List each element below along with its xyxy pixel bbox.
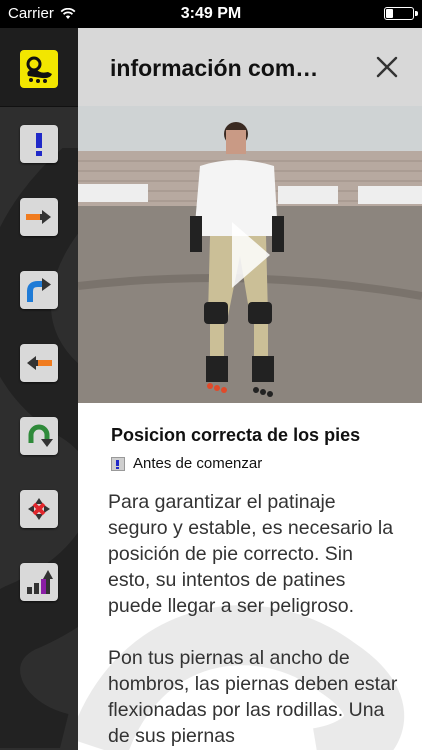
paragraph: Para garantizar el patinaje seguro y est… xyxy=(108,491,394,617)
article-body: Para garantizar el patinaje seguro y est… xyxy=(108,489,398,750)
arrow-left-icon xyxy=(27,356,52,370)
sidebar-item-forward[interactable] xyxy=(20,198,58,236)
section-title: Posicion correcta de los pies xyxy=(111,425,361,445)
curved-arrow-icon xyxy=(27,278,51,302)
category-label: Antes de comenzar xyxy=(111,455,262,472)
exclamation-icon xyxy=(111,456,125,471)
close-icon[interactable] xyxy=(374,54,400,80)
bar-chart-up-icon xyxy=(27,570,53,594)
sidebar-item-advanced[interactable] xyxy=(20,563,58,601)
panel-header: información com… xyxy=(78,28,422,106)
arrow-right-icon xyxy=(26,210,51,224)
sidebar-item-backward[interactable] xyxy=(20,344,58,382)
status-bar: Carrier 3:49 PM xyxy=(0,0,422,28)
sidebar-item-stop[interactable] xyxy=(20,490,58,528)
skater-logo-icon[interactable] xyxy=(20,50,58,88)
paragraph: Pon tus piernas al ancho de hombros, las… xyxy=(108,647,398,747)
video-player[interactable] xyxy=(78,106,422,403)
page-title: información com… xyxy=(110,55,319,81)
play-icon[interactable] xyxy=(228,220,272,290)
clock: 3:49 PM xyxy=(180,5,242,22)
sidebar-item-turn[interactable] xyxy=(20,271,58,309)
exclamation-icon xyxy=(36,133,42,156)
category-text: Antes de comenzar xyxy=(133,455,263,472)
u-turn-icon xyxy=(28,424,53,447)
info-panel: información com… Posicion correcta de lo… xyxy=(78,28,422,750)
logo-cell xyxy=(0,28,78,107)
sidebar xyxy=(0,28,78,750)
sidebar-item-before-start[interactable] xyxy=(20,125,58,163)
battery-icon xyxy=(384,7,418,20)
stop-x-icon xyxy=(28,498,50,520)
sidebar-item-u-turn[interactable] xyxy=(20,417,58,455)
